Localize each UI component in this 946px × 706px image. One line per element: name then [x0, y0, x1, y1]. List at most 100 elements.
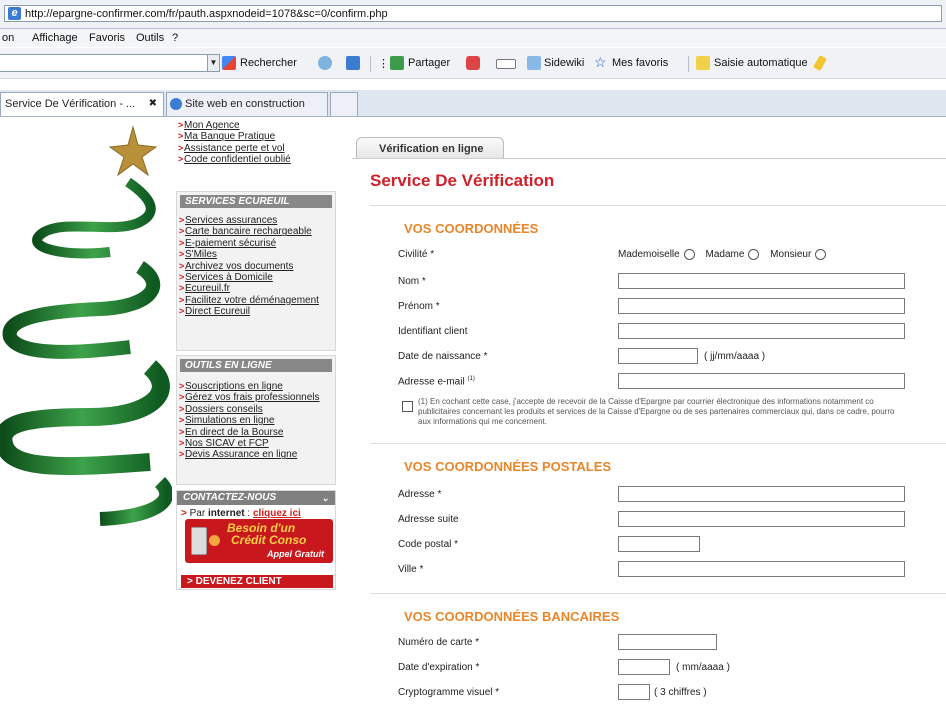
address2-field[interactable]	[618, 511, 905, 527]
close-icon[interactable]: ✖	[149, 93, 157, 115]
ribbon-1	[32, 177, 156, 259]
url-field[interactable]: e http://epargne-confirmer.com/fr/pauth.…	[4, 5, 942, 22]
option-mademoiselle-label: Mademoiselle	[618, 249, 680, 261]
sidebar-link[interactable]: Ma Banque Pratique	[176, 131, 336, 143]
zip-label: Code postal *	[398, 539, 459, 550]
tools-heading: OUTILS EN LIGNE	[180, 359, 332, 372]
menu-affichage[interactable]: Affichage	[32, 32, 78, 44]
toolbar-autofill-button[interactable]: Saisie automatique	[714, 57, 808, 69]
contact-sep: :	[244, 508, 253, 519]
tools-link[interactable]: Devis Assurance en ligne	[177, 449, 335, 461]
birth-date-field[interactable]	[618, 348, 698, 364]
globe-icon[interactable]	[318, 56, 332, 70]
credit-conso-banner[interactable]: Besoin d'un Crédit Conso Appel Gratuit	[185, 519, 333, 563]
tools-link[interactable]: En direct de la Bourse	[177, 427, 335, 439]
services-heading: SERVICES ECUREUIL	[180, 195, 332, 208]
card-number-field[interactable]	[618, 634, 717, 650]
toolbar-search-input[interactable]	[0, 54, 212, 72]
tools-link[interactable]: Souscriptions en ligne	[177, 381, 335, 393]
expiry-field[interactable]	[618, 659, 670, 675]
promo-line3: Appel Gratuit	[267, 549, 325, 559]
tab-underline	[352, 158, 946, 159]
cvv-field[interactable]	[618, 684, 650, 700]
sidebar-top-links: Mon Agence Ma Banque Pratique Assistance…	[176, 117, 336, 183]
prenom-label: Prénom *	[398, 301, 440, 312]
address-field[interactable]	[618, 486, 905, 502]
radio-madame[interactable]	[748, 249, 760, 260]
plus-icon[interactable]	[346, 56, 360, 70]
tools-link[interactable]: Simulations en ligne	[177, 415, 335, 427]
contact-block: CONTACTEZ-NOUS ⌄ > Par internet : clique…	[176, 490, 336, 590]
tab-label: Site web en construction	[185, 98, 305, 110]
services-link[interactable]: Archivez vos documents	[177, 261, 335, 273]
toolbar-favorites-button[interactable]: Mes favoris	[612, 57, 668, 69]
verification-form: Vérification en ligne Service De Vérific…	[352, 125, 946, 706]
services-link[interactable]: Ecureuil.fr	[177, 283, 335, 295]
arrow-icon: >	[187, 576, 196, 587]
autofill-icon[interactable]	[696, 56, 710, 70]
tab-bar: Service De Vérification - ... ✖ Site web…	[0, 90, 946, 117]
outils-en-ligne-block: OUTILS EN LIGNE Souscriptions en ligne G…	[176, 355, 336, 485]
contact-prefix: Par	[189, 508, 206, 519]
url-text[interactable]: http://epargne-confirmer.com/fr/pauth.as…	[25, 8, 388, 20]
nom-field[interactable]	[618, 273, 905, 289]
radio-mademoiselle[interactable]	[683, 249, 695, 260]
tree-graphic	[0, 125, 172, 526]
menu-outils[interactable]: Outils	[136, 32, 164, 44]
services-link[interactable]: S'Miles	[177, 249, 335, 261]
services-link[interactable]: Facilitez votre déménagement	[177, 295, 335, 307]
radio-monsieur[interactable]	[815, 249, 827, 260]
services-link[interactable]: Direct Ecureuil	[177, 306, 335, 318]
sidebar-link[interactable]: Assistance perte et vol	[176, 143, 336, 155]
promo-line2: Crédit Conso	[231, 533, 307, 547]
tab-service-verification[interactable]: Service De Vérification - ... ✖	[0, 92, 164, 116]
services-link[interactable]: Carte bancaire rechargeable	[177, 226, 335, 238]
chevron-down-icon[interactable]: ▼	[207, 54, 220, 72]
services-link[interactable]: Services assurances	[177, 215, 335, 227]
client-label: DEVENEZ CLIENT	[195, 576, 282, 587]
block-icon[interactable]	[466, 56, 480, 70]
contact-internet-line: > Par internet : cliquez ici	[181, 508, 301, 519]
tools-link[interactable]: Gérez vos frais professionnels	[177, 392, 335, 404]
share-icon[interactable]	[390, 56, 404, 70]
section-bancaires-title: VOS COORDONNÉES BANCAIRES	[404, 609, 620, 624]
email-field[interactable]	[618, 373, 905, 389]
pencil-icon[interactable]	[813, 54, 827, 72]
chevron-down-icon[interactable]: ⌄	[321, 491, 329, 505]
email-label: Adresse e-mail	[398, 376, 465, 388]
tab-verification-en-ligne[interactable]: Vérification en ligne	[356, 137, 504, 159]
contact-heading[interactable]: CONTACTEZ-NOUS ⌄	[177, 491, 335, 505]
devenez-client-button[interactable]: > DEVENEZ CLIENT	[181, 575, 333, 588]
tools-link[interactable]: Dossiers conseils	[177, 404, 335, 416]
new-tab-button[interactable]	[330, 92, 358, 116]
address-bar: e http://epargne-confirmer.com/fr/pauth.…	[0, 0, 946, 29]
window-icon[interactable]	[496, 59, 516, 69]
toolbar-sidewiki-button[interactable]: Sidewiki	[544, 57, 584, 69]
services-link[interactable]: E-paiement sécurisé	[177, 238, 335, 250]
tools-link[interactable]: Nos SICAV et FCP	[177, 438, 335, 450]
newsletter-checkbox[interactable]	[402, 401, 413, 412]
civility-options: Mademoiselle Madame Monsieur	[618, 249, 834, 260]
toolbar-share-button[interactable]: Partager	[408, 57, 450, 69]
menu-edition[interactable]: on	[2, 32, 14, 44]
phone-icon	[191, 527, 207, 555]
badge-icon	[209, 535, 220, 546]
tab-site-construction[interactable]: Site web en construction	[166, 92, 328, 116]
toolbar-search-button[interactable]: Rechercher	[240, 57, 297, 69]
sidebar-link[interactable]: Mon Agence	[176, 120, 336, 132]
separator	[370, 56, 371, 72]
prenom-field[interactable]	[618, 298, 905, 314]
section-postales-title: VOS COORDONNÉES POSTALES	[404, 459, 612, 474]
city-field[interactable]	[618, 561, 905, 577]
services-ecureuil-block: SERVICES ECUREUIL Services assurances Ca…	[176, 191, 336, 351]
contact-internet-bold: internet	[207, 508, 245, 519]
menu-favoris[interactable]: Favoris	[89, 32, 125, 44]
menu-help[interactable]: ?	[172, 32, 178, 44]
star-icon[interactable]: ☆	[594, 54, 607, 71]
sidewiki-icon[interactable]	[527, 56, 541, 70]
services-link[interactable]: Services à Domicile	[177, 272, 335, 284]
client-id-field[interactable]	[618, 323, 905, 339]
sidebar-link[interactable]: Code confidentiel oublié	[176, 154, 336, 166]
contact-link[interactable]: cliquez ici	[253, 508, 301, 519]
zip-field[interactable]	[618, 536, 700, 552]
